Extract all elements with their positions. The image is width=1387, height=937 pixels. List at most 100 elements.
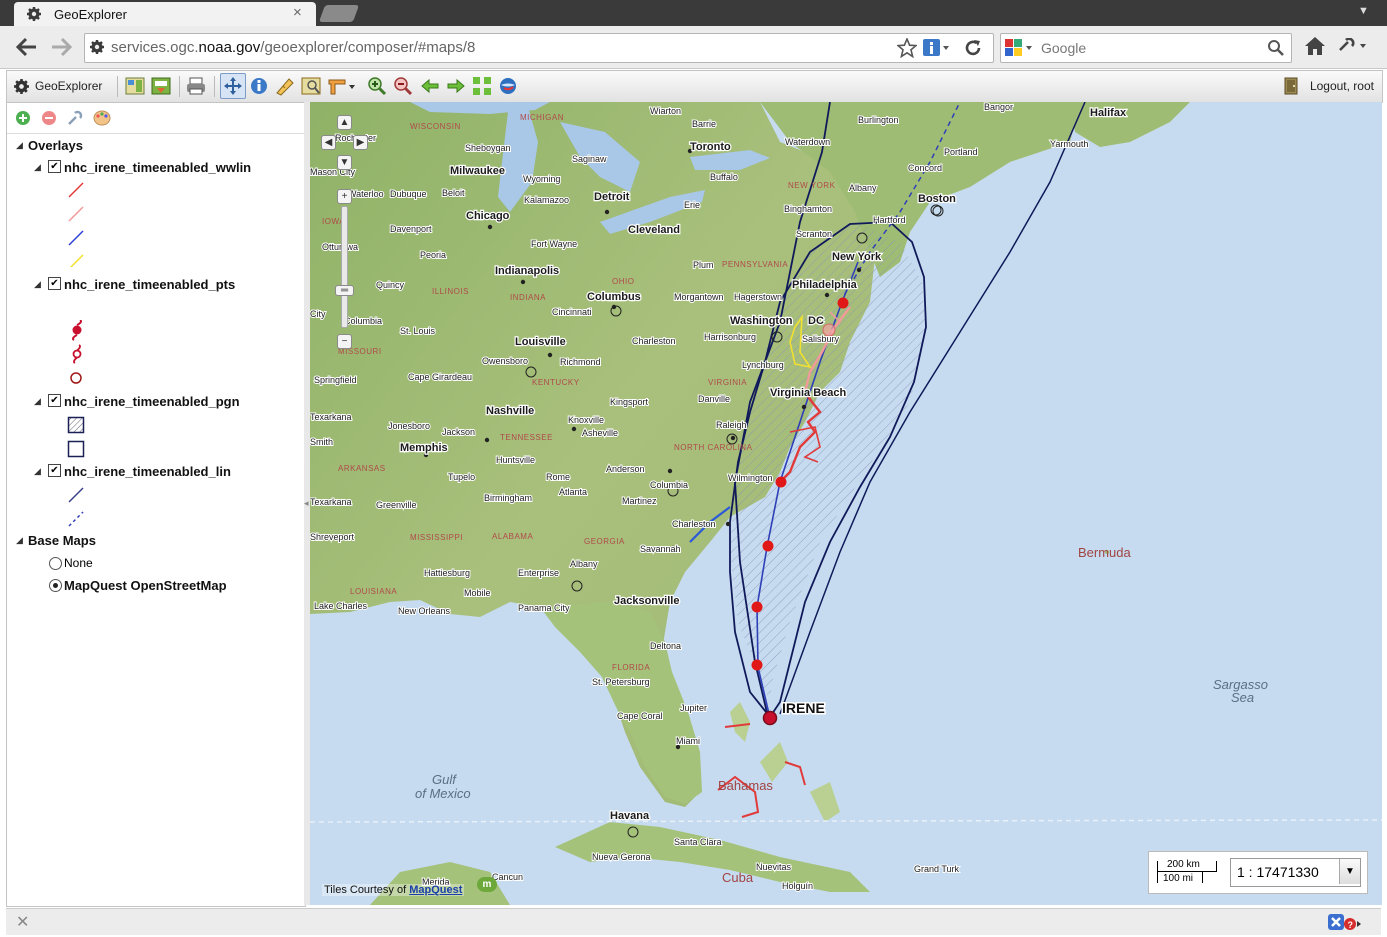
pan-right-button[interactable]: ▶ bbox=[353, 135, 368, 150]
scale-select-value: 1 : 17471330 bbox=[1237, 864, 1319, 880]
zoom-slider-handle[interactable]: ═ bbox=[335, 285, 354, 296]
new-tab-button[interactable] bbox=[318, 5, 360, 22]
search-placeholder: Google bbox=[1041, 40, 1087, 56]
layer-lin-collapse-icon[interactable]: ◢ bbox=[34, 466, 41, 477]
basemaps-folder-label[interactable]: Base Maps bbox=[28, 533, 96, 548]
next-extent-icon[interactable] bbox=[446, 76, 466, 96]
map-label-beloit: Beloit bbox=[442, 188, 465, 198]
google-search-engine-icon[interactable] bbox=[1005, 39, 1035, 57]
home-icon[interactable] bbox=[1304, 36, 1326, 56]
map-canvas[interactable]: WISCONSIN MICHIGAN NEW YORK IOWA PENNSYL… bbox=[310, 102, 1382, 905]
zoom-out-icon[interactable] bbox=[393, 76, 413, 96]
remove-layer-icon[interactable] bbox=[41, 110, 57, 126]
app-title[interactable]: GeoExplorer bbox=[35, 79, 102, 93]
geoexplorer-logo-icon[interactable] bbox=[13, 78, 30, 95]
pan-down-button[interactable]: ▼ bbox=[337, 155, 352, 170]
save-map-icon[interactable] bbox=[151, 76, 171, 96]
add-layer-icon[interactable] bbox=[15, 110, 31, 126]
feature-info-icon[interactable] bbox=[249, 76, 269, 96]
layer-pgn-collapse-icon[interactable]: ◢ bbox=[34, 396, 41, 407]
layer-pts-collapse-icon[interactable]: ◢ bbox=[34, 279, 41, 290]
layer-pgn-checkbox[interactable]: ✔ bbox=[48, 394, 61, 407]
zoom-slider-track[interactable] bbox=[341, 206, 348, 328]
map-label-kscity: City bbox=[310, 309, 326, 319]
map-label-florida: FLORIDA bbox=[612, 663, 650, 672]
google-earth-icon[interactable] bbox=[498, 76, 518, 96]
zoom-to-max-extent-icon[interactable] bbox=[472, 76, 492, 96]
map-label-anderson: Anderson bbox=[606, 464, 645, 474]
tab-close-icon[interactable]: × bbox=[293, 4, 302, 21]
map-label-lynchburg: Lynchburg bbox=[742, 360, 784, 370]
map-label-savannah: Savannah bbox=[640, 544, 681, 554]
layer-styles-icon[interactable] bbox=[93, 110, 111, 126]
forward-arrow-icon[interactable] bbox=[50, 37, 72, 57]
zoom-in-icon[interactable] bbox=[367, 76, 387, 96]
map-label-binghamton: Binghamton bbox=[784, 204, 832, 214]
map-label-wisconsin: WISCONSIN bbox=[410, 122, 461, 131]
scale-panel: 200 km 100 mi 1 : 17471330 ▼ bbox=[1148, 851, 1368, 894]
mapquest-link[interactable]: MapQuest bbox=[409, 884, 462, 896]
map-label-wyoming: Wyoming bbox=[523, 174, 560, 184]
basemap-mapquest-radio[interactable] bbox=[49, 579, 62, 592]
status-close-icon[interactable]: ✕ bbox=[16, 912, 29, 932]
map-label-owensboro: Owensboro bbox=[482, 356, 528, 366]
basemaps-collapse-icon[interactable]: ◢ bbox=[16, 535, 23, 546]
map-label-hattiesburg: Hattiesburg bbox=[424, 568, 470, 578]
mapquest-logo-icon: m bbox=[477, 877, 497, 892]
logout-icon[interactable] bbox=[1283, 77, 1301, 95]
map-label-nuevagerona: Nueva Gerona bbox=[592, 852, 651, 862]
back-arrow-icon[interactable] bbox=[16, 37, 38, 57]
extension-icon[interactable]: ? bbox=[1328, 913, 1362, 931]
attribution-text: Tiles Courtesy of bbox=[324, 884, 410, 896]
pan-left-button[interactable]: ◀ bbox=[321, 135, 336, 150]
measure-icon[interactable] bbox=[275, 76, 295, 96]
map-label-pennsylvania: PENNSYLVANIA bbox=[722, 260, 788, 269]
map-label-mississippi: MISSISSIPPI bbox=[410, 533, 463, 542]
previous-extent-icon[interactable] bbox=[420, 76, 440, 96]
layer-pts-checkbox[interactable]: ✔ bbox=[48, 277, 61, 290]
map-label-arkansas: ARKANSAS bbox=[338, 464, 386, 473]
layer-properties-icon[interactable] bbox=[67, 110, 83, 126]
overlays-collapse-icon[interactable]: ◢ bbox=[16, 140, 23, 151]
scale-select-arrow-icon[interactable]: ▼ bbox=[1339, 859, 1360, 884]
search-box[interactable]: Google bbox=[1000, 33, 1292, 63]
layer-pgn-label[interactable]: nhc_irene_timeenabled_pgn bbox=[64, 394, 240, 409]
measure-dropdown-icon[interactable] bbox=[327, 76, 357, 96]
tab-menu-icon[interactable]: ▼ bbox=[1358, 5, 1369, 17]
zoom-out-button[interactable]: − bbox=[337, 334, 352, 349]
basemap-mapquest-label[interactable]: MapQuest OpenStreetMap bbox=[64, 578, 227, 593]
layer-lin-checkbox[interactable]: ✔ bbox=[48, 464, 61, 477]
forecast-point-1 bbox=[837, 297, 849, 309]
zoom-in-button[interactable]: + bbox=[337, 189, 352, 204]
layer-pts-label[interactable]: nhc_irene_timeenabled_pts bbox=[64, 277, 235, 292]
layer-wwlin-label[interactable]: nhc_irene_timeenabled_wwlin bbox=[64, 160, 251, 175]
overlays-folder-label[interactable]: Overlays bbox=[28, 138, 83, 153]
search-icon[interactable] bbox=[1267, 39, 1285, 57]
address-bar[interactable]: services.ogc.noaa.gov/geoexplorer/compos… bbox=[84, 33, 994, 63]
basemap-none-label[interactable]: None bbox=[64, 556, 93, 570]
map-label-stpetersburg: St. Petersburg bbox=[592, 677, 650, 687]
site-icon bbox=[90, 40, 104, 54]
pan-button[interactable] bbox=[220, 73, 246, 99]
scale-select[interactable]: 1 : 17471330 ▼ bbox=[1230, 858, 1361, 887]
map-label-gulf-1: Gulf bbox=[432, 772, 457, 787]
map-label-sargasso-2: Sea bbox=[1231, 690, 1254, 705]
wrench-menu-icon[interactable] bbox=[1338, 38, 1370, 54]
map-viewport[interactable]: WISCONSIN MICHIGAN NEW YORK IOWA PENNSYL… bbox=[310, 102, 1382, 905]
print-icon[interactable] bbox=[186, 76, 206, 96]
map-label-harrisonburg: Harrisonburg bbox=[704, 332, 756, 342]
browser-tab[interactable]: GeoExplorer × bbox=[14, 2, 316, 26]
layer-lin-label[interactable]: nhc_irene_timeenabled_lin bbox=[64, 464, 231, 479]
map-properties-icon[interactable] bbox=[125, 76, 145, 96]
url-text: services.ogc.noaa.gov/geoexplorer/compos… bbox=[111, 39, 476, 56]
query-icon[interactable] bbox=[301, 76, 321, 96]
layer-wwlin-collapse-icon[interactable]: ◢ bbox=[34, 162, 41, 173]
bookmark-star-icon[interactable] bbox=[897, 38, 917, 58]
layer-wwlin-checkbox[interactable]: ✔ bbox=[48, 160, 61, 173]
browser-tab-strip: GeoExplorer × ▼ bbox=[0, 0, 1387, 26]
reload-icon[interactable] bbox=[963, 38, 983, 58]
page-info-icon[interactable] bbox=[923, 39, 951, 57]
pan-up-button[interactable]: ▲ bbox=[337, 115, 352, 130]
basemap-none-radio[interactable] bbox=[49, 557, 62, 570]
logout-button[interactable]: Logout, root bbox=[1310, 79, 1374, 93]
